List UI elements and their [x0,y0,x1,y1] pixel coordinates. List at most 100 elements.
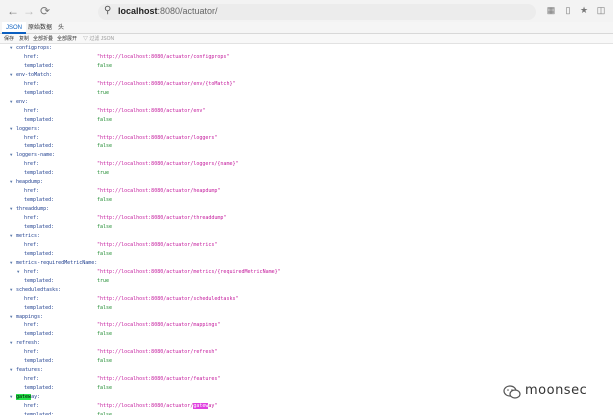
templated-key: templated: [24,277,55,284]
href-row: href: "http://localhost:8080/actuator/thr… [0,214,613,222]
forward-icon[interactable]: → [22,4,36,18]
href-value[interactable]: "http://localhost:8080/actuator/loggers" [97,134,217,142]
href-key: href: [24,53,40,60]
templated-value: false [97,224,113,230]
node-name: env-toMatch: [16,71,53,78]
save-button[interactable]: 保存 [4,35,14,43]
url-text[interactable]: localhost:8080/actuator/ [118,6,218,16]
templated-row: templated: false [0,142,613,150]
collections-icon[interactable]: ◫ [595,5,607,16]
href-key: href: [24,215,40,222]
tab-headers[interactable]: 头 [54,22,68,34]
favorites-icon[interactable]: ★ [578,5,590,16]
href-row: href: "http://localhost:8080/actuator/fea… [0,375,613,383]
href-row: href: "http://localhost:8080/actuator/env… [0,107,613,115]
href-row: href: "http://localhost:8080/actuator/ref… [0,348,613,356]
templated-row: templated: false [0,196,613,204]
tree-node: ▼ gateway: [0,393,613,401]
filter-json-label: 过滤 JSON [89,36,115,42]
tree-node: ▼ mappings: [0,313,613,321]
href-row: href: "http://localhost:8080/actuator/con… [0,53,613,61]
templated-value: true [97,170,110,177]
href-row: href: "http://localhost:8080/actuator/env… [0,80,613,88]
tab-raw-data[interactable]: 原始数据 [24,22,56,34]
templated-value: false [97,197,113,204]
templated-value: false [97,62,113,69]
address-bar[interactable]: ⚲ localhost:8080/actuator/ [98,4,536,20]
tree-node: ▼ refresh: [0,339,613,347]
href-key: href: [24,161,40,168]
templated-value: true [97,89,110,96]
node-name: loggers: [16,125,41,132]
copy-button[interactable]: 复制 [19,35,29,43]
node-name: loggers-name: [16,152,56,159]
tree-node: ▼ configprops: [0,44,613,52]
tree-node: ▼ scheduledtasks: [0,286,613,294]
href-row: href: "http://localhost:8080/actuator/met… [0,241,613,249]
href-value[interactable]: "http://localhost:8080/actuator/metrics" [97,241,217,249]
templated-value: false [97,116,113,123]
templated-value: false [97,331,113,338]
templated-value: false [97,304,113,311]
href-key: href: [24,295,40,302]
templated-key: templated: [24,385,55,392]
templated-key: templated: [24,331,55,338]
href-value[interactable]: "http://localhost:8080/actuator/refresh" [97,348,217,356]
templated-key: templated: [24,197,55,204]
href-row: href: "http://localhost:8080/actuator/log… [0,134,613,142]
templated-row: templated: false [0,62,613,70]
href-part: ay" [208,403,218,409]
tree-node: ▼ env: [0,98,613,106]
href-part: "http://localhost:8080/actuator/ [97,403,194,409]
node-name: env: [16,98,29,105]
chevron-down-icon[interactable]: ▼ [17,268,23,276]
templated-row: templated: false [0,116,613,124]
href-value[interactable]: "http://localhost:8080/actuator/heapdump… [97,187,220,195]
templated-row: templated: false [0,223,613,231]
templated-row: templated: false [0,357,613,365]
href-value[interactable]: "http://localhost:8080/actuator/loggers/… [97,160,238,168]
href-key: href: [24,107,40,114]
href-value[interactable]: "http://localhost:8080/actuator/mappings… [97,321,220,329]
tree-node: ▼ metrics-requiredMetricName: [0,259,613,267]
templated-key: templated: [24,89,55,96]
href-key: href: [24,134,40,141]
tree-node: ▼ env-toMatch: [0,71,613,79]
filter-icon: ▽ [83,36,89,42]
node-name: features: [16,367,44,374]
node-name: metrics-requiredMetricName: [16,259,98,266]
templated-key: templated: [24,358,55,365]
href-value[interactable]: "http://localhost:8080/actuator/schedule… [97,295,238,303]
collapse-all-button[interactable]: 全部折叠 [33,35,53,43]
reload-icon[interactable]: ⟳ [38,4,52,18]
back-icon[interactable]: ← [6,4,20,18]
split-icon[interactable]: ▯ [562,5,574,16]
href-row: href: "http://localhost:8080/actuator/map… [0,321,613,329]
href-value[interactable]: "http://localhost:8080/actuator/env" [97,107,205,115]
tree-node: ▼ threaddump: [0,205,613,213]
extensions-icon[interactable]: ▦ [545,5,557,16]
templated-key: templated: [24,170,55,177]
templated-value: false [97,250,113,257]
href-value[interactable]: "http://localhost:8080/actuator/env/{toM… [97,80,235,88]
expand-all-button[interactable]: 全部展开 [57,35,77,43]
tab-json[interactable]: JSON [2,22,27,34]
filter-json[interactable]: ▽ 过滤 JSON [83,35,114,43]
templated-key: templated: [24,116,55,123]
tree-node: ▼ loggers: [0,125,613,133]
href-value[interactable]: "http://localhost:8080/actuator/features… [97,375,220,383]
node-name: metrics: [16,232,41,239]
browser-toolbar: ← → ⟳ ⚲ localhost:8080/actuator/ ▦ ▯ ★ ◫ [0,0,613,24]
href-row: href: "http://localhost:8080/actuator/hea… [0,187,613,195]
href-value[interactable]: "http://localhost:8080/actuator/metrics/… [97,268,281,276]
href-key: href: [24,188,40,195]
href-value[interactable]: "http://localhost:8080/actuator/threaddu… [97,214,226,222]
wechat-icon [503,385,521,399]
templated-row: templated: true [0,169,613,177]
href-value[interactable]: "http://localhost:8080/actuator/configpr… [97,53,229,61]
href-key: href: [24,376,40,383]
node-name: scheduledtasks: [16,286,62,293]
templated-row: templated: true [0,277,613,285]
href-value[interactable]: "http://localhost:8080/actuator/gateway" [97,402,217,410]
href-row: href: "http://localhost:8080/actuator/log… [0,160,613,168]
